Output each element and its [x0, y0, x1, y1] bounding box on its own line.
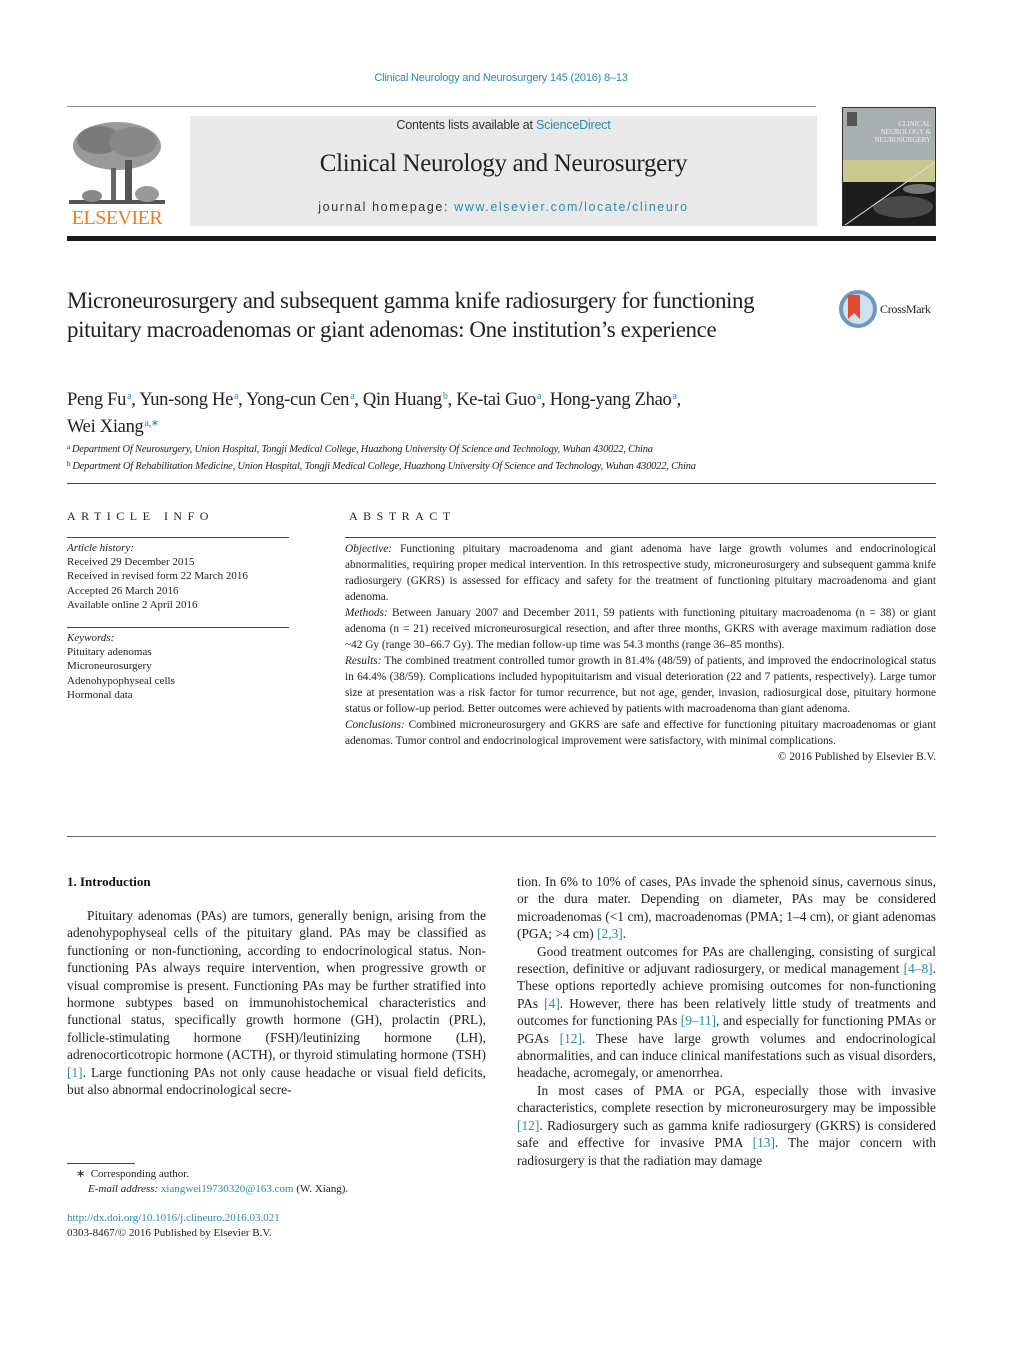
history-item: Available online 2 April 2016 [67, 598, 198, 611]
corresponding-author-footnote: ∗ Corresponding author. E-mail address: … [76, 1167, 496, 1196]
citation-link[interactable]: [4–8] [904, 961, 933, 976]
abstract-conclusions: Conclusions: Combined microneurosurgery … [345, 719, 936, 747]
abstract-bottom-rule [67, 836, 936, 837]
citation-link[interactable]: [9–11] [681, 1013, 716, 1028]
footnote-mark: ∗ [76, 1168, 86, 1180]
citation-link[interactable]: [1] [67, 1065, 83, 1080]
body-paragraph: tion. In 6% to 10% of cases, PAs invade … [517, 874, 936, 942]
article-info-rule [67, 537, 289, 538]
contents-line: Contents lists available at ScienceDirec… [190, 118, 817, 132]
body-paragraph: Good treatment outcomes for PAs are chal… [517, 943, 936, 1081]
history-item: Received in revised form 22 March 2016 [67, 570, 248, 583]
affiliation: a Department Of Neurosurgery, Union Hospi… [67, 443, 653, 455]
author-list: Peng Fua, Yun-song Hea, Yong-cun Cena, Q… [67, 390, 681, 437]
article-info-heading: ARTICLE INFO [67, 509, 214, 523]
keyword: Pituitary adenomas [67, 646, 152, 659]
body-column-right: tion. In 6% to 10% of cases, PAs invade … [517, 873, 936, 1169]
keyword: Adenohypophyseal cells [67, 674, 175, 687]
affiliations: a Department Of Neurosurgery, Union Hospi… [67, 440, 947, 474]
citation-link[interactable]: [12] [517, 1118, 539, 1133]
email-suffix: (W. Xiang). [293, 1182, 349, 1195]
keyword: Microneurosurgery [67, 660, 152, 673]
abstract-heading: ABSTRACT [349, 509, 456, 523]
article-history: Article history: Received 29 December 20… [67, 541, 289, 612]
cover-elsevier-mark [847, 112, 857, 126]
masthead-divider [67, 236, 936, 241]
cover-title: CLINICAL NEUROLOGY & NEUROSURGERY [875, 120, 931, 144]
author[interactable]: Yong-cun Cena [246, 390, 354, 410]
body-column-left: Pituitary adenomas (PAs) are tumors, gen… [67, 907, 486, 1098]
journal-cover-image[interactable]: CLINICAL NEUROLOGY & NEUROSURGERY [842, 107, 936, 226]
keywords: Keywords: Pituitary adenomas Microneuros… [67, 631, 289, 702]
cover-title-line: NEUROLOGY & [880, 128, 932, 136]
article-title: Microneurosurgery and subsequent gamma k… [67, 288, 755, 342]
history-item: Received 29 December 2015 [67, 556, 195, 569]
email-link[interactable]: xiangwei19730320@163.com [161, 1183, 294, 1195]
section-heading-introduction: 1. Introduction [67, 874, 151, 889]
citation-link[interactable]: [12] [560, 1031, 582, 1046]
homepage-prefix: journal homepage: [318, 200, 455, 214]
homepage-line: journal homepage: www.elsevier.com/locat… [190, 200, 817, 214]
abstract-results: Results: The combined treatment controll… [345, 655, 936, 715]
journal-masthead: Contents lists available at ScienceDirec… [190, 116, 817, 226]
footnote-rule [67, 1163, 135, 1164]
abstract-body: Objective: Functioning pituitary macroad… [345, 541, 936, 765]
cover-title-line: CLINICAL [898, 120, 931, 128]
cover-scan-shape [903, 184, 935, 194]
sciencedirect-link[interactable]: ScienceDirect [536, 118, 611, 132]
cover-title-line: NEUROSURGERY [874, 136, 931, 144]
history-label: Article history: [67, 542, 134, 554]
issn-line: 0303-8467/© 2016 Published by Elsevier B… [67, 1227, 272, 1239]
doi-link[interactable]: http://dx.doi.org/10.1016/j.clineuro.201… [67, 1212, 280, 1224]
author[interactable]: Ke-tai Guoa [456, 390, 541, 410]
citation-link[interactable]: [13] [753, 1135, 775, 1150]
author[interactable]: Wei Xianga,∗ [67, 417, 159, 437]
keywords-label: Keywords: [67, 632, 115, 644]
keyword: Hormonal data [67, 688, 133, 701]
body-paragraph: Pituitary adenomas (PAs) are tumors, gen… [67, 908, 486, 1098]
contents-prefix: Contents lists available at [396, 118, 537, 132]
history-item: Accepted 26 March 2016 [67, 584, 179, 597]
running-head[interactable]: Clinical Neurology and Neurosurgery 145 … [0, 72, 1002, 84]
author[interactable]: Yun-song Hea [139, 390, 238, 410]
header-bottom-rule [67, 483, 936, 484]
abstract-rule [345, 537, 936, 538]
abstract-methods: Methods: Between January 2007 and Decemb… [345, 607, 936, 651]
affiliation: b Department Of Rehabilitation Medicine, … [67, 460, 696, 472]
elsevier-wordmark: ELSEVIER [71, 207, 163, 229]
crossmark-button[interactable]: CrossMark [839, 290, 939, 330]
crossmark-label: CrossMark [880, 302, 931, 316]
abstract-objective: Objective: Functioning pituitary macroad… [345, 543, 936, 603]
author[interactable]: Peng Fua [67, 390, 132, 410]
keywords-rule [67, 627, 289, 628]
journal-homepage-link[interactable]: www.elsevier.com/locate/clineuro [454, 200, 689, 214]
citation-link[interactable]: [4] [544, 996, 560, 1011]
email-label: E-mail address: [88, 1182, 159, 1195]
abstract-copyright: © 2016 Published by Elsevier B.V. [777, 751, 936, 763]
body-paragraph: In most cases of PMA or PGA, especially … [517, 1082, 936, 1168]
journal-title: Clinical Neurology and Neurosurgery [319, 150, 688, 177]
footnote-text: Corresponding author. [90, 1168, 190, 1180]
author[interactable]: Hong-yang Zhaoa [550, 390, 677, 410]
author[interactable]: Qin Huangb [363, 390, 448, 410]
doi-block: http://dx.doi.org/10.1016/j.clineuro.201… [67, 1211, 487, 1241]
crossmark-ribbon-icon [848, 295, 860, 319]
citation-link[interactable]: [2,3] [597, 926, 623, 941]
top-rule [67, 106, 816, 107]
